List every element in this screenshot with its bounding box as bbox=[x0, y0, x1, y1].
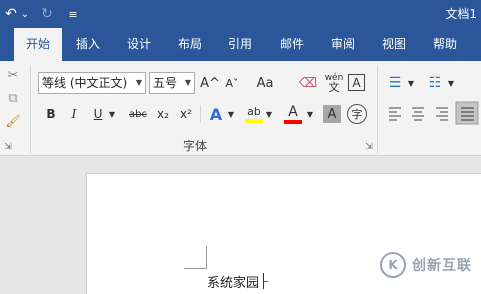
align-center-icon bbox=[412, 107, 424, 121]
tab-home[interactable]: 开始 bbox=[14, 28, 62, 61]
paragraph-mark bbox=[264, 281, 268, 282]
watermark-logo-icon: K bbox=[380, 252, 406, 278]
tab-review[interactable]: 审阅 bbox=[320, 28, 366, 61]
tab-mailings[interactable]: 邮件 bbox=[270, 28, 314, 61]
customize-quick-access-button[interactable]: ≡ bbox=[66, 4, 80, 24]
undo-button[interactable]: ↶ bbox=[2, 4, 20, 24]
ribbon: ✂ ⧉ 🖌 ⇲ 等线 (中文正文) ▼ 五号 ▼ A^ Aˇ Aa ⌫ wén … bbox=[0, 61, 481, 156]
alignment-buttons bbox=[389, 101, 479, 125]
align-left-icon bbox=[389, 107, 401, 121]
document-text[interactable]: 系统家园 bbox=[207, 272, 259, 291]
redo-button[interactable]: ↻ bbox=[38, 4, 56, 24]
margin-corner-mark bbox=[206, 246, 207, 268]
tab-design[interactable]: 设计 bbox=[116, 28, 162, 61]
undo-dropdown-button[interactable]: ⌄ bbox=[20, 4, 30, 24]
title-bar: ↶ ⌄ ↻ ≡ 文档1 bbox=[0, 0, 481, 28]
align-right-icon bbox=[436, 107, 448, 121]
tab-insert[interactable]: 插入 bbox=[66, 28, 110, 61]
tab-view[interactable]: 视图 bbox=[372, 28, 416, 61]
margin-corner-mark bbox=[184, 268, 207, 269]
tab-layout[interactable]: 布局 bbox=[168, 28, 212, 61]
watermark-text: 创新互联 bbox=[412, 258, 472, 274]
tab-references[interactable]: 引用 bbox=[218, 28, 262, 61]
document-title: 文档1 bbox=[445, 7, 477, 21]
ribbon-tabs: 开始 插入 设计 布局 引用 邮件 审阅 视图 帮助 bbox=[0, 28, 481, 61]
justify-button-bg bbox=[455, 101, 479, 125]
watermark: K 创新互联 bbox=[380, 252, 472, 278]
tab-help[interactable]: 帮助 bbox=[422, 28, 468, 61]
